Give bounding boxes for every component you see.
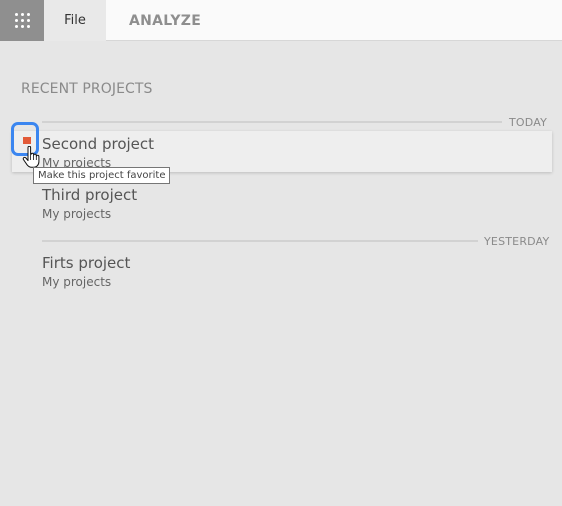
group-date-today: TODAY	[509, 116, 548, 129]
project-folder: My projects	[42, 275, 112, 289]
project-folder: My projects	[42, 207, 112, 221]
group-divider-today	[42, 121, 502, 123]
hand-pointer-icon	[22, 146, 40, 168]
project-name: Firts project	[42, 254, 131, 272]
project-name: Second project	[42, 135, 155, 153]
project-row[interactable]: Firts project My projects	[12, 250, 552, 291]
project-row[interactable]: Third project My projects	[12, 182, 552, 223]
apps-menu-button[interactable]	[0, 0, 44, 41]
group-divider-yesterday	[42, 240, 478, 242]
top-bar: File ANALYZE	[0, 0, 562, 41]
tab-file[interactable]: File	[44, 0, 106, 41]
project-row[interactable]: Second project My projects	[12, 131, 552, 172]
project-name: Third project	[42, 186, 138, 204]
apps-grid-icon	[14, 13, 30, 28]
favorite-tooltip: Make this project favorite	[33, 167, 171, 184]
recent-projects-heading: RECENT PROJECTS	[21, 81, 153, 97]
group-date-yesterday: YESTERDAY	[484, 235, 550, 248]
tab-analyze[interactable]: ANALYZE	[129, 0, 201, 41]
favorite-icon	[23, 137, 31, 144]
